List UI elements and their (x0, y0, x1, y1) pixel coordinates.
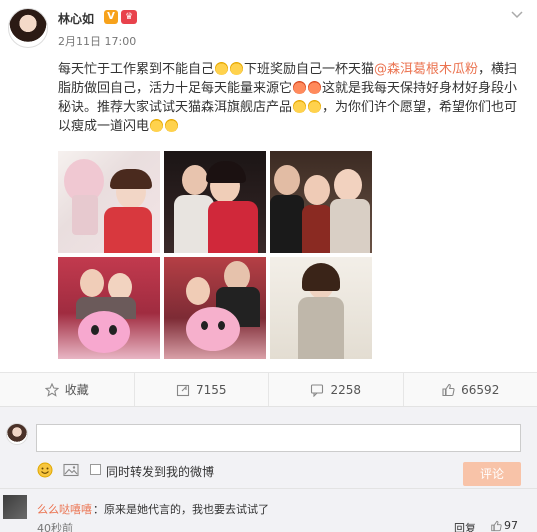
favorite-button[interactable]: 收藏 (0, 373, 135, 406)
post-photo[interactable] (270, 151, 372, 253)
author-avatar[interactable] (8, 8, 48, 48)
weibo-post-card: 林心如 V ♛ 2月11日 17:00 每天忙于工作累到不能自己 下班奖励自己一杯… (0, 0, 537, 370)
thumbs-up-icon (442, 383, 455, 396)
laughing-emoji-icon (293, 100, 307, 113)
post-time[interactable]: 2月11日 17:00 (58, 33, 136, 49)
post-text-part: 每天忙于工作累到不能自己 (58, 62, 215, 77)
mention-link[interactable]: @森洱葛根木瓜粉 (374, 62, 478, 77)
grinning-emoji-icon (293, 81, 307, 94)
comment-input[interactable] (36, 424, 521, 452)
comment-icon (311, 383, 324, 397)
comment-text: ：原来是她代言的，我也要去试试了 (93, 503, 269, 516)
cat-emoji-icon (150, 119, 164, 132)
like-button[interactable]: 66592 (404, 373, 537, 406)
laughing-emoji-icon (215, 62, 229, 75)
post-text: 每天忙于工作累到不能自己 下班奖励自己一杯天猫@森洱葛根木瓜粉，横扫脂肪做回自己，… (58, 60, 518, 136)
star-icon (44, 382, 59, 397)
comment-item: 么么哒嘻嘻 ：原来是她代言的，我也要去试试了 40秒前 回复 97 (0, 488, 537, 532)
thumbs-up-icon (491, 520, 502, 531)
repost-count: 7155 (195, 382, 227, 397)
smile-icon[interactable] (37, 462, 53, 478)
commenter-avatar[interactable] (3, 495, 27, 519)
crown-badge-icon: ♛ (121, 10, 137, 24)
comment-time: 40秒前 (37, 522, 73, 532)
post-photo[interactable] (164, 151, 266, 253)
commenter-name[interactable]: 么么哒嘻嘻 (37, 501, 92, 517)
repost-button[interactable]: 7155 (135, 373, 269, 406)
current-user-avatar (6, 423, 28, 445)
image-icon[interactable] (63, 462, 79, 478)
post-text-part: 下班奖励自己一杯天猫 (244, 62, 375, 77)
repost-checkbox[interactable] (90, 464, 101, 475)
favorite-label: 收藏 (64, 383, 89, 397)
laughing-emoji-icon (230, 62, 244, 75)
submit-comment-button[interactable]: 评论 (463, 462, 521, 486)
comment-like-count: 97 (504, 519, 518, 532)
post-photo[interactable] (164, 257, 266, 359)
vip-badge-icon: V (104, 10, 118, 24)
post-photo[interactable] (270, 257, 372, 359)
post-photo[interactable] (58, 151, 160, 253)
cat-emoji-icon (165, 119, 179, 132)
reply-link[interactable]: 回复 (454, 520, 476, 532)
repost-checkbox-label[interactable]: 同时转发到我的微博 (106, 463, 214, 480)
chevron-down-icon[interactable] (509, 6, 525, 22)
comment-count: 2258 (330, 382, 362, 397)
like-count: 66592 (461, 382, 500, 397)
post-photo[interactable] (58, 257, 160, 359)
grinning-emoji-icon (308, 81, 322, 94)
comment-button[interactable]: 2258 (269, 373, 404, 406)
laughing-emoji-icon (308, 100, 322, 113)
author-name[interactable]: 林心如 (58, 10, 94, 27)
repost-icon (176, 384, 190, 396)
comment-like-button[interactable]: 97 (490, 519, 518, 532)
post-action-bar: 收藏 7155 2258 66592 (0, 372, 537, 406)
